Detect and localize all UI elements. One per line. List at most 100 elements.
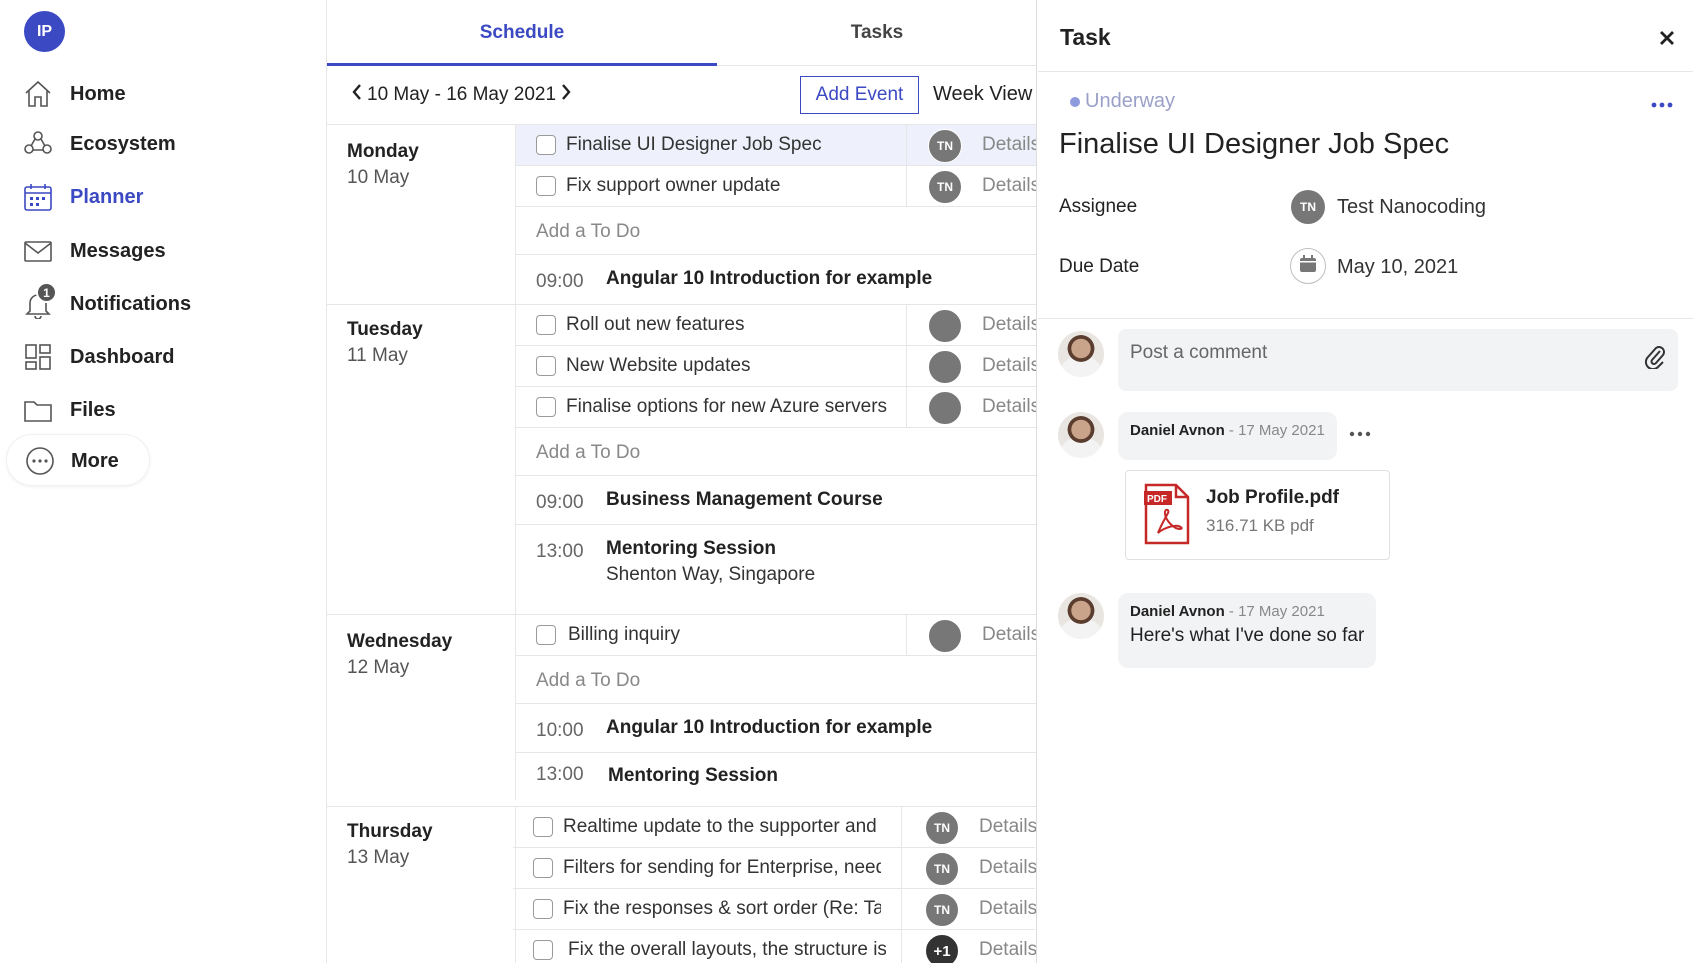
chevron-left-icon[interactable] — [347, 83, 367, 107]
task-row[interactable]: New Website updates Details — [516, 346, 1036, 387]
event-item[interactable]: 09:00 Business Management Course — [516, 476, 1036, 525]
due-date-value[interactable]: May 10, 2021 — [1337, 256, 1458, 279]
day-date: 13 May — [347, 847, 410, 868]
details-link[interactable]: Details — [979, 939, 1036, 961]
paperclip-icon[interactable] — [1644, 343, 1666, 374]
event-time: 13:00 — [536, 764, 584, 785]
task-row[interactable]: Realtime update to the supporter and use… — [513, 807, 1036, 848]
attachment-card[interactable]: PDF Job Profile.pdf 316.71 KB pdf — [1125, 470, 1390, 560]
task-checkbox[interactable] — [533, 858, 553, 878]
details-link[interactable]: Details — [982, 175, 1036, 197]
sidebar-item-dashboard[interactable]: Dashboard — [0, 332, 300, 382]
event-time: 10:00 — [536, 720, 584, 741]
pdf-file-icon: PDF — [1144, 483, 1190, 550]
task-checkbox[interactable] — [536, 397, 556, 417]
task-checkbox[interactable] — [533, 899, 553, 919]
day-body: Roll out new features Details New Websit… — [515, 305, 1036, 615]
sidebar-item-home[interactable]: Home — [0, 69, 300, 119]
sidebar-item-ecosystem[interactable]: Ecosystem — [0, 119, 300, 169]
event-title: Mentoring Session — [606, 538, 776, 559]
view-selector[interactable]: Week View — [933, 83, 1032, 106]
task-row[interactable]: Fix support owner update TN Details — [516, 166, 1036, 207]
details-link[interactable]: Details — [979, 857, 1036, 879]
task-status[interactable]: Underway — [1070, 90, 1175, 113]
due-date-picker-button[interactable] — [1290, 248, 1326, 284]
task-row[interactable]: Finalise options for new Azure servers D… — [516, 387, 1036, 428]
event-item[interactable]: 09:00 Angular 10 Introduction for exampl… — [516, 255, 1036, 305]
task-title-heading[interactable]: Finalise UI Designer Job Spec — [1059, 128, 1449, 161]
task-title: Filters for sending for Enterprise, need — [563, 857, 881, 878]
sidebar-item-messages[interactable]: Messages — [0, 226, 300, 276]
details-link[interactable]: Details — [982, 134, 1036, 156]
tab-schedule[interactable]: Schedule — [327, 0, 717, 66]
chevron-right-icon[interactable] — [556, 83, 576, 107]
task-checkbox[interactable] — [533, 940, 553, 960]
sidebar-item-more[interactable]: More — [0, 436, 300, 486]
task-checkbox[interactable] — [536, 625, 556, 645]
details-link[interactable]: Details — [982, 314, 1036, 336]
sidebar-item-files[interactable]: Files — [0, 385, 300, 435]
event-time: 13:00 — [536, 541, 584, 562]
assignee-avatar: TN — [925, 852, 959, 886]
event-item[interactable]: 13:00 Mentoring Session Shenton Way, Sin… — [516, 525, 1036, 615]
task-title: Realtime update to the supporter and use… — [563, 816, 881, 837]
commenter-avatar — [1058, 412, 1104, 458]
day-body: Billing inquiry Details Add a To Do 10:0… — [515, 615, 1036, 801]
task-title: Fix the overall layouts, the structure i… — [568, 939, 886, 960]
tab-tasks[interactable]: Tasks — [717, 0, 1036, 66]
task-checkbox[interactable] — [536, 356, 556, 376]
org-logo[interactable]: IP — [24, 11, 65, 52]
details-link[interactable]: Details — [979, 898, 1036, 920]
notification-count-badge: 1 — [36, 282, 57, 303]
task-row[interactable]: Finalise UI Designer Job Spec TN Details — [516, 125, 1036, 166]
details-link[interactable]: Details — [982, 396, 1036, 418]
comment-input[interactable] — [1130, 339, 1630, 367]
tab-label: Schedule — [479, 22, 565, 43]
calendar-icon — [1298, 254, 1318, 279]
event-item[interactable]: 10:00 Angular 10 Introduction for exampl… — [516, 704, 1036, 753]
add-todo-input[interactable]: Add a To Do — [516, 428, 1036, 476]
more-options-icon[interactable] — [1651, 88, 1673, 114]
task-title: Finalise options for new Azure servers — [566, 396, 888, 417]
add-todo-input[interactable]: Add a To Do — [516, 656, 1036, 704]
add-todo-input[interactable]: Add a To Do — [516, 207, 1036, 255]
sidebar-item-label: Notifications — [70, 292, 192, 315]
details-link[interactable]: Details — [979, 816, 1036, 838]
day-name: Thursday — [347, 821, 433, 842]
event-item[interactable]: 13:00 Mentoring Session — [516, 753, 1036, 801]
calendar-icon — [22, 181, 54, 213]
task-row[interactable]: Fix the responses & sort order (Re: Task… — [513, 889, 1036, 930]
task-checkbox[interactable] — [536, 176, 556, 196]
task-checkbox[interactable] — [536, 315, 556, 335]
sidebar-item-label: More — [71, 449, 119, 472]
schedule-toolbar: 10 May - 16 May 2021 Add Event Week View — [327, 66, 1036, 124]
comment-author[interactable]: Daniel Avnon — [1130, 603, 1225, 620]
task-row[interactable]: Fix the overall layouts, the structure i… — [513, 930, 1036, 963]
details-link[interactable]: Details — [982, 355, 1036, 377]
day-name: Monday — [347, 141, 419, 162]
close-icon[interactable] — [1659, 22, 1675, 53]
task-detail-panel: Task Underway Finalise UI Designer Job S… — [1038, 0, 1693, 963]
divider — [906, 125, 907, 165]
assignee-avatar: TN — [925, 893, 959, 927]
task-row[interactable]: Billing inquiry Details — [516, 615, 1036, 656]
assignee-avatar: +1 — [925, 934, 959, 963]
comment-options-icon[interactable] — [1349, 420, 1371, 443]
add-event-button[interactable]: Add Event — [800, 76, 919, 114]
task-row[interactable]: Filters for sending for Enterprise, need… — [513, 848, 1036, 889]
day-date: 11 May — [347, 345, 408, 366]
details-link[interactable]: Details — [982, 624, 1036, 646]
assignee-avatar[interactable]: TN — [1291, 190, 1325, 224]
task-row[interactable]: Roll out new features Details — [516, 305, 1036, 346]
add-todo-placeholder: Add a To Do — [536, 442, 641, 463]
commenter-avatar — [1058, 593, 1104, 639]
task-checkbox[interactable] — [536, 135, 556, 155]
assignee-name[interactable]: Test Nanocoding — [1337, 196, 1486, 219]
task-checkbox[interactable] — [533, 817, 553, 837]
sidebar-item-planner[interactable]: Planner — [0, 172, 300, 222]
event-location: Shenton Way, Singapore — [606, 564, 816, 585]
mail-icon — [22, 235, 54, 267]
comment-author[interactable]: Daniel Avnon — [1130, 422, 1225, 439]
more-icon — [24, 445, 56, 477]
comment-bubble: Daniel Avnon - 17 May 2021 Here's what I… — [1118, 593, 1377, 668]
